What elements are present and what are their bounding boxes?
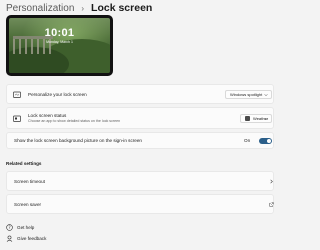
give-feedback-link[interactable]: Give feedback (17, 236, 46, 241)
screen-timeout-label: Screen timeout (14, 179, 45, 184)
toggle-state-label: On (244, 138, 251, 143)
chevron-right-icon (270, 179, 273, 184)
preview-wallpaper: 10:01 Monday, March 1 (9, 18, 110, 73)
lock-screen-status-row: Lock screen status Choose an app to show… (6, 107, 274, 129)
signin-background-row: Show the lock screen background picture … (6, 132, 274, 149)
status-description: Choose an app to show detailed status on… (28, 119, 121, 123)
status-label: Lock screen status (28, 113, 67, 118)
page-title: Lock screen (91, 2, 153, 14)
chevron-down-icon (264, 94, 268, 97)
personalize-label: Personalize your lock screen (28, 92, 87, 97)
chevron-down-icon (264, 118, 268, 121)
screen-saver-row[interactable]: Screen saver (6, 194, 274, 214)
breadcrumb-separator: › (81, 4, 85, 13)
personalize-dropdown[interactable]: Windows spotlight (225, 90, 272, 99)
signin-background-label: Show the lock screen background picture … (14, 138, 142, 143)
related-settings-heading: Related settings (6, 161, 42, 166)
status-dropdown[interactable]: Weather (240, 114, 272, 123)
preview-date: Monday, March 1 (46, 40, 73, 44)
personalize-dropdown-value: Windows spotlight (230, 92, 263, 97)
breadcrumb-personalization-link[interactable]: Personalization (6, 3, 74, 14)
weather-app-icon (245, 116, 250, 121)
preview-clock: 10:01 (44, 27, 75, 39)
lock-screen-icon (13, 91, 21, 98)
svg-text:?: ? (8, 225, 10, 230)
lock-screen-preview: 10:01 Monday, March 1 (6, 15, 113, 76)
open-external-icon (269, 202, 274, 207)
breadcrumb: Personalization › Lock screen (6, 2, 152, 14)
toggle-knob (267, 139, 271, 143)
screen-timeout-row[interactable]: Screen timeout (6, 171, 274, 191)
signin-background-toggle[interactable] (259, 138, 272, 144)
get-help-link[interactable]: Get help (17, 225, 34, 230)
screen-saver-label: Screen saver (14, 202, 42, 207)
feedback-icon (6, 235, 13, 242)
personalize-lock-screen-row: Personalize your lock screen Windows spo… (6, 84, 274, 104)
status-app-icon (13, 115, 21, 122)
help-icon: ? (6, 224, 13, 231)
